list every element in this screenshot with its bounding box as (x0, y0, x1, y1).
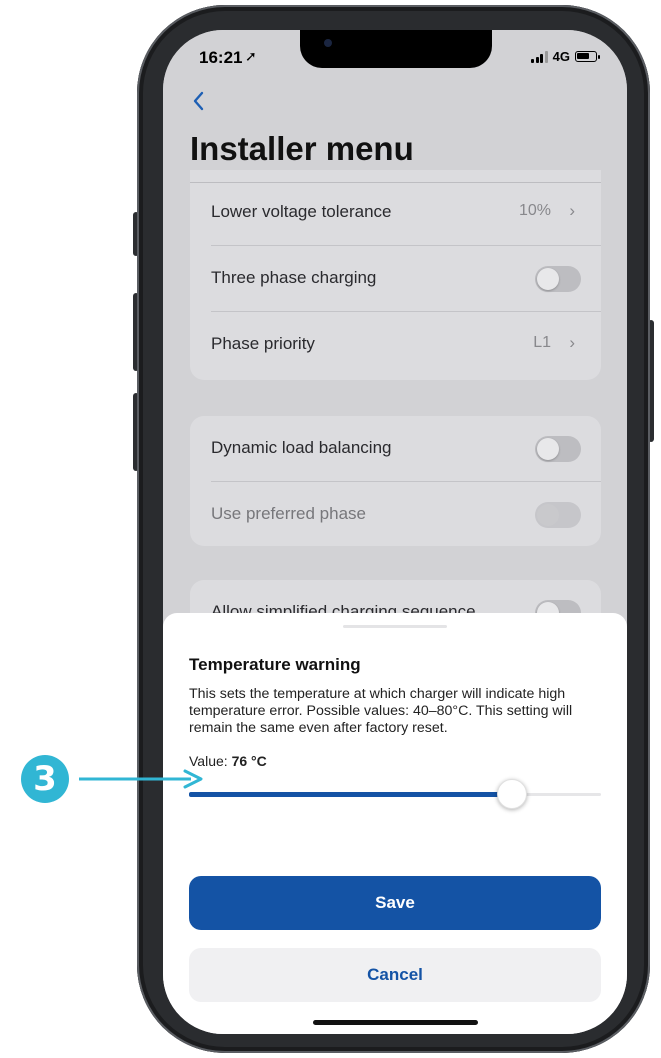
settings-group-load-balancing: Dynamic load balancing Use preferred pha… (190, 416, 601, 546)
section-divider (190, 182, 601, 183)
back-button[interactable] (191, 90, 205, 116)
value-readout: Value: 76 °C (189, 753, 267, 769)
setting-label: Phase priority (211, 334, 315, 353)
temperature-slider[interactable] (189, 773, 601, 813)
setting-label: Dynamic load balancing (211, 438, 392, 457)
setting-label: Use preferred phase (211, 504, 366, 523)
network-type: 4G (552, 49, 570, 64)
chevron-right-icon: › (569, 333, 575, 352)
chevron-left-icon (193, 91, 204, 111)
setting-row-dynamic-load-balancing: Dynamic load balancing (190, 416, 601, 482)
dynamic-load-balancing-toggle[interactable] (535, 436, 581, 462)
step-number-badge: 3 (21, 755, 69, 803)
toggle-knob (537, 438, 559, 460)
setting-label: Three phase charging (211, 268, 377, 287)
slider-thumb[interactable] (497, 779, 527, 809)
status-time: 16:21 (199, 48, 243, 67)
setting-label: Lower voltage tolerance (211, 202, 392, 221)
setting-row-lower-voltage-tolerance[interactable]: Lower voltage tolerance 10% › (190, 180, 601, 246)
sheet-grabber[interactable] (343, 625, 447, 628)
phone-screen: 16:21 ➚ 4G Installer menu Lower voltage … (163, 30, 627, 1034)
three-phase-charging-toggle[interactable] (535, 266, 581, 292)
temperature-warning-sheet: Temperature warning This sets the temper… (163, 613, 627, 1034)
save-button[interactable]: Save (189, 876, 601, 930)
camera-icon (324, 39, 332, 47)
chevron-right-icon: › (569, 201, 575, 220)
cancel-button[interactable]: Cancel (189, 948, 601, 1002)
setting-row-phase-priority[interactable]: Phase priority L1 › (190, 312, 601, 378)
setting-value: 10% (518, 202, 551, 219)
setting-row-three-phase-charging: Three phase charging (190, 246, 601, 312)
sheet-title: Temperature warning (189, 655, 361, 674)
page-title: Installer menu (190, 130, 414, 167)
settings-group-voltage: Lower voltage tolerance 10% › Three phas… (190, 170, 601, 380)
value-text: 76 °C (231, 753, 267, 769)
setting-value: L1 (533, 334, 551, 351)
slider-fill (189, 792, 512, 797)
home-indicator (313, 1020, 478, 1025)
toggle-knob (537, 504, 559, 526)
setting-row-use-preferred-phase: Use preferred phase (190, 482, 601, 548)
arrow-right-icon (79, 769, 203, 789)
status-indicators: 4G (531, 49, 600, 64)
cellular-signal-icon (531, 50, 548, 63)
battery-icon (575, 51, 600, 62)
notch (300, 30, 492, 68)
use-preferred-phase-toggle (535, 502, 581, 528)
location-arrow-icon: ➚ (245, 48, 257, 64)
sheet-description: This sets the temperature at which charg… (189, 686, 573, 736)
toggle-knob (537, 268, 559, 290)
value-label: Value: (189, 753, 228, 769)
